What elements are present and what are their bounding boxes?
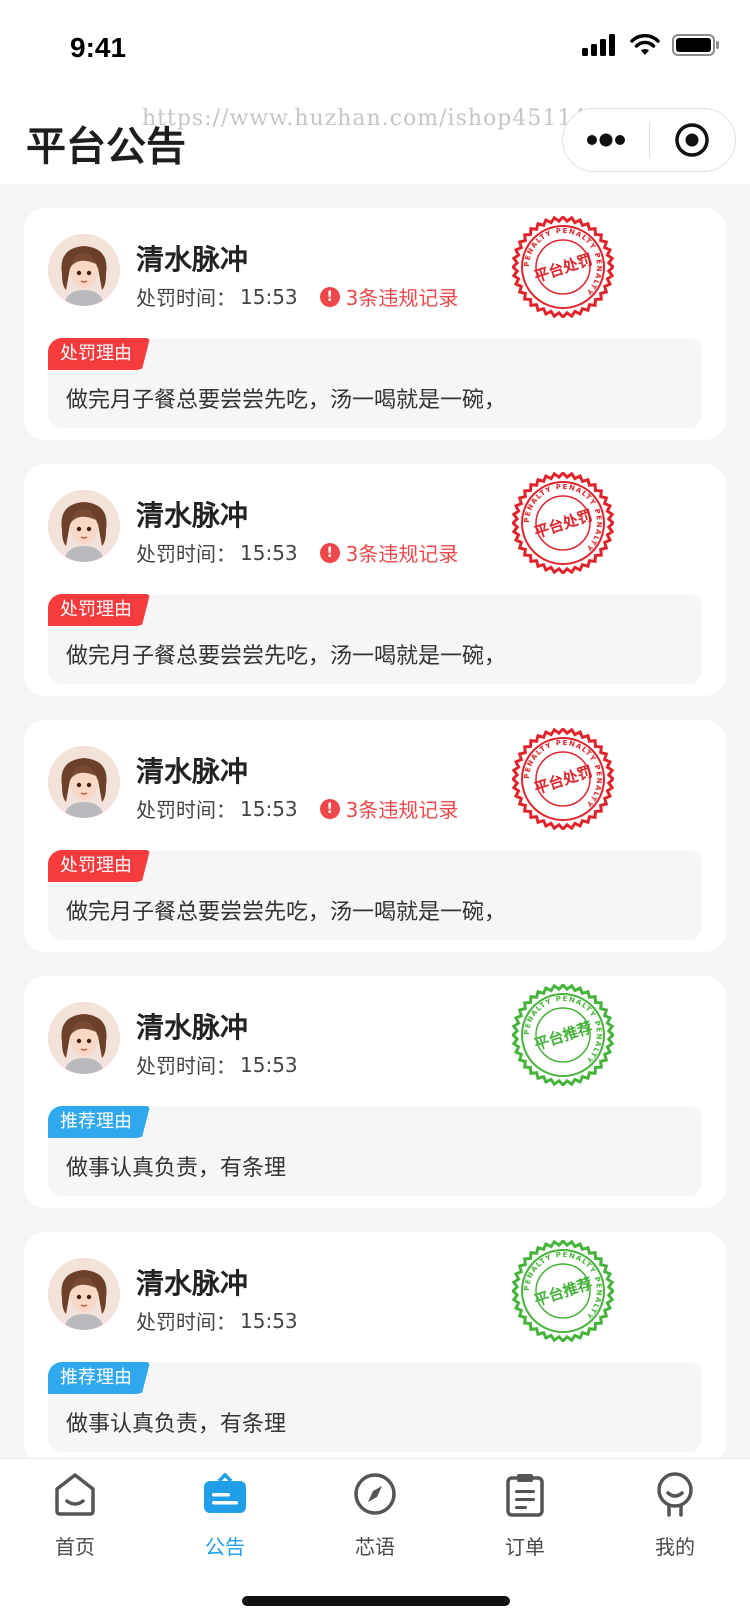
watermark: https://www.huzhan.com/ishop45114 — [142, 106, 588, 131]
nav-header: 平台公告 https://www.huzhan.com/ishop45114 — [0, 96, 750, 184]
recommend-stamp: PENALTY PENALTY PENALTY 平台推荐 — [510, 1238, 616, 1344]
time-label: 处罚时间： — [136, 1310, 236, 1334]
avatar — [48, 1258, 120, 1330]
more-dots-icon — [586, 133, 625, 147]
tab-profile[interactable]: 我的 — [615, 1471, 735, 1560]
announcement-icon — [201, 1471, 249, 1521]
reason-box: 处罚理由 做完月子餐总要尝尝先吃，汤一喝就是一碗， — [48, 850, 702, 940]
reason-tag: 推荐理由 — [48, 1362, 150, 1394]
home-indicator — [242, 1596, 510, 1606]
target-icon — [675, 123, 709, 157]
tab-label: 芯语 — [355, 1535, 395, 1559]
time-row: 处罚时间： 15:53 ! 3条违规记录 — [136, 538, 458, 567]
signal-icon — [582, 34, 615, 56]
time-label: 处罚时间： — [136, 542, 236, 566]
compass-icon — [351, 1471, 399, 1521]
avatar — [48, 746, 120, 818]
svg-text:平台处罚: 平台处罚 — [532, 762, 595, 798]
svg-text:平台处罚: 平台处罚 — [532, 250, 595, 286]
battery-icon — [672, 34, 719, 56]
status-time: 9:41 — [70, 32, 127, 63]
tab-label: 我的 — [655, 1535, 695, 1559]
violation-count[interactable]: ! 3条违规记录 — [319, 282, 459, 311]
announcement-card[interactable]: 清水脉冲 处罚时间： 15:53 ! 3条违规记录 PENALTY PENALT… — [24, 208, 726, 440]
status-bar: 9:41 — [0, 0, 750, 96]
reason-box: 推荐理由 做事认真负责，有条理 — [48, 1106, 702, 1196]
announcement-card[interactable]: 清水脉冲 处罚时间： 15:53 PENALTY PENALTY PENALTY… — [24, 1232, 726, 1464]
time-label: 处罚时间： — [136, 286, 236, 310]
penalty-stamp: PENALTY PENALTY PENALTY 平台处罚 — [510, 726, 616, 832]
reason-text: 做完月子餐总要尝尝先吃，汤一喝就是一碗， — [66, 900, 507, 925]
svg-text:平台推荐: 平台推荐 — [532, 1018, 595, 1054]
user-name: 清水脉冲 — [136, 499, 249, 532]
user-name: 清水脉冲 — [136, 243, 249, 276]
svg-text:平台处罚: 平台处罚 — [532, 506, 595, 542]
reason-tag: 处罚理由 — [48, 338, 150, 370]
avatar — [48, 1002, 120, 1074]
reason-text: 做事认真负责，有条理 — [66, 1412, 287, 1437]
mini-program-capsule — [562, 108, 736, 172]
time-row: 处罚时间： 15:53 ! 3条违规记录 — [136, 794, 458, 823]
user-name: 清水脉冲 — [136, 755, 249, 788]
reason-tag: 处罚理由 — [48, 594, 150, 626]
clipboard-icon — [501, 1471, 549, 1521]
tab-clipboard[interactable]: 订单 — [465, 1471, 585, 1560]
recommend-stamp: PENALTY PENALTY PENALTY 平台推荐 — [510, 982, 616, 1088]
reason-text: 做事认真负责，有条理 — [66, 1156, 287, 1181]
violation-text: 3条违规记录 — [345, 286, 459, 310]
alert-icon: ! — [319, 286, 340, 307]
time-row: 处罚时间： 15:53 ! 3条违规记录 — [136, 282, 458, 311]
violation-count[interactable]: ! 3条违规记录 — [319, 538, 459, 567]
user-name: 清水脉冲 — [136, 1011, 249, 1044]
time-value: 15:53 — [240, 796, 298, 821]
tab-home[interactable]: 首页 — [15, 1471, 135, 1560]
time-row: 处罚时间： 15:53 — [136, 1050, 298, 1079]
avatar — [48, 234, 120, 306]
violation-count[interactable]: ! 3条违规记录 — [319, 794, 459, 823]
svg-text:平台推荐: 平台推荐 — [532, 1274, 595, 1310]
reason-box: 处罚理由 做完月子餐总要尝尝先吃，汤一喝就是一碗， — [48, 594, 702, 684]
profile-icon — [651, 1471, 699, 1521]
tab-announcement[interactable]: 公告 — [165, 1471, 285, 1560]
status-icons — [582, 34, 720, 56]
penalty-stamp: PENALTY PENALTY PENALTY 平台处罚 — [510, 214, 616, 320]
announcement-card[interactable]: 清水脉冲 处罚时间： 15:53 ! 3条违规记录 PENALTY PENALT… — [24, 464, 726, 696]
violation-text: 3条违规记录 — [345, 798, 459, 822]
announcement-card[interactable]: 清水脉冲 处罚时间： 15:53 ! 3条违规记录 PENALTY PENALT… — [24, 720, 726, 952]
reason-text: 做完月子餐总要尝尝先吃，汤一喝就是一碗， — [66, 388, 507, 413]
time-value: 15:53 — [240, 1308, 298, 1333]
tab-compass[interactable]: 芯语 — [315, 1471, 435, 1560]
alert-icon: ! — [319, 798, 340, 819]
user-name: 清水脉冲 — [136, 1267, 249, 1300]
announcement-list: 清水脉冲 处罚时间： 15:53 ! 3条违规记录 PENALTY PENALT… — [24, 208, 726, 1488]
time-value: 15:53 — [240, 1052, 298, 1077]
tab-label: 订单 — [505, 1535, 545, 1559]
violation-text: 3条违规记录 — [345, 542, 459, 566]
reason-text: 做完月子餐总要尝尝先吃，汤一喝就是一碗， — [66, 644, 507, 669]
wifi-icon — [630, 34, 660, 55]
avatar — [48, 490, 120, 562]
announcement-card[interactable]: 清水脉冲 处罚时间： 15:53 PENALTY PENALTY PENALTY… — [24, 976, 726, 1208]
tab-label: 首页 — [55, 1535, 95, 1559]
reason-tag: 处罚理由 — [48, 850, 150, 882]
penalty-stamp: PENALTY PENALTY PENALTY 平台处罚 — [510, 470, 616, 576]
time-row: 处罚时间： 15:53 — [136, 1306, 298, 1335]
time-value: 15:53 — [240, 540, 298, 565]
close-program-button[interactable] — [650, 108, 736, 172]
time-label: 处罚时间： — [136, 798, 236, 822]
reason-tag: 推荐理由 — [48, 1106, 150, 1138]
time-value: 15:53 — [240, 284, 298, 309]
tab-label: 公告 — [205, 1535, 245, 1559]
more-button[interactable] — [563, 108, 649, 172]
reason-box: 推荐理由 做事认真负责，有条理 — [48, 1362, 702, 1452]
time-label: 处罚时间： — [136, 1054, 236, 1078]
home-icon — [51, 1471, 99, 1521]
reason-box: 处罚理由 做完月子餐总要尝尝先吃，汤一喝就是一碗， — [48, 338, 702, 428]
alert-icon: ! — [319, 542, 340, 563]
